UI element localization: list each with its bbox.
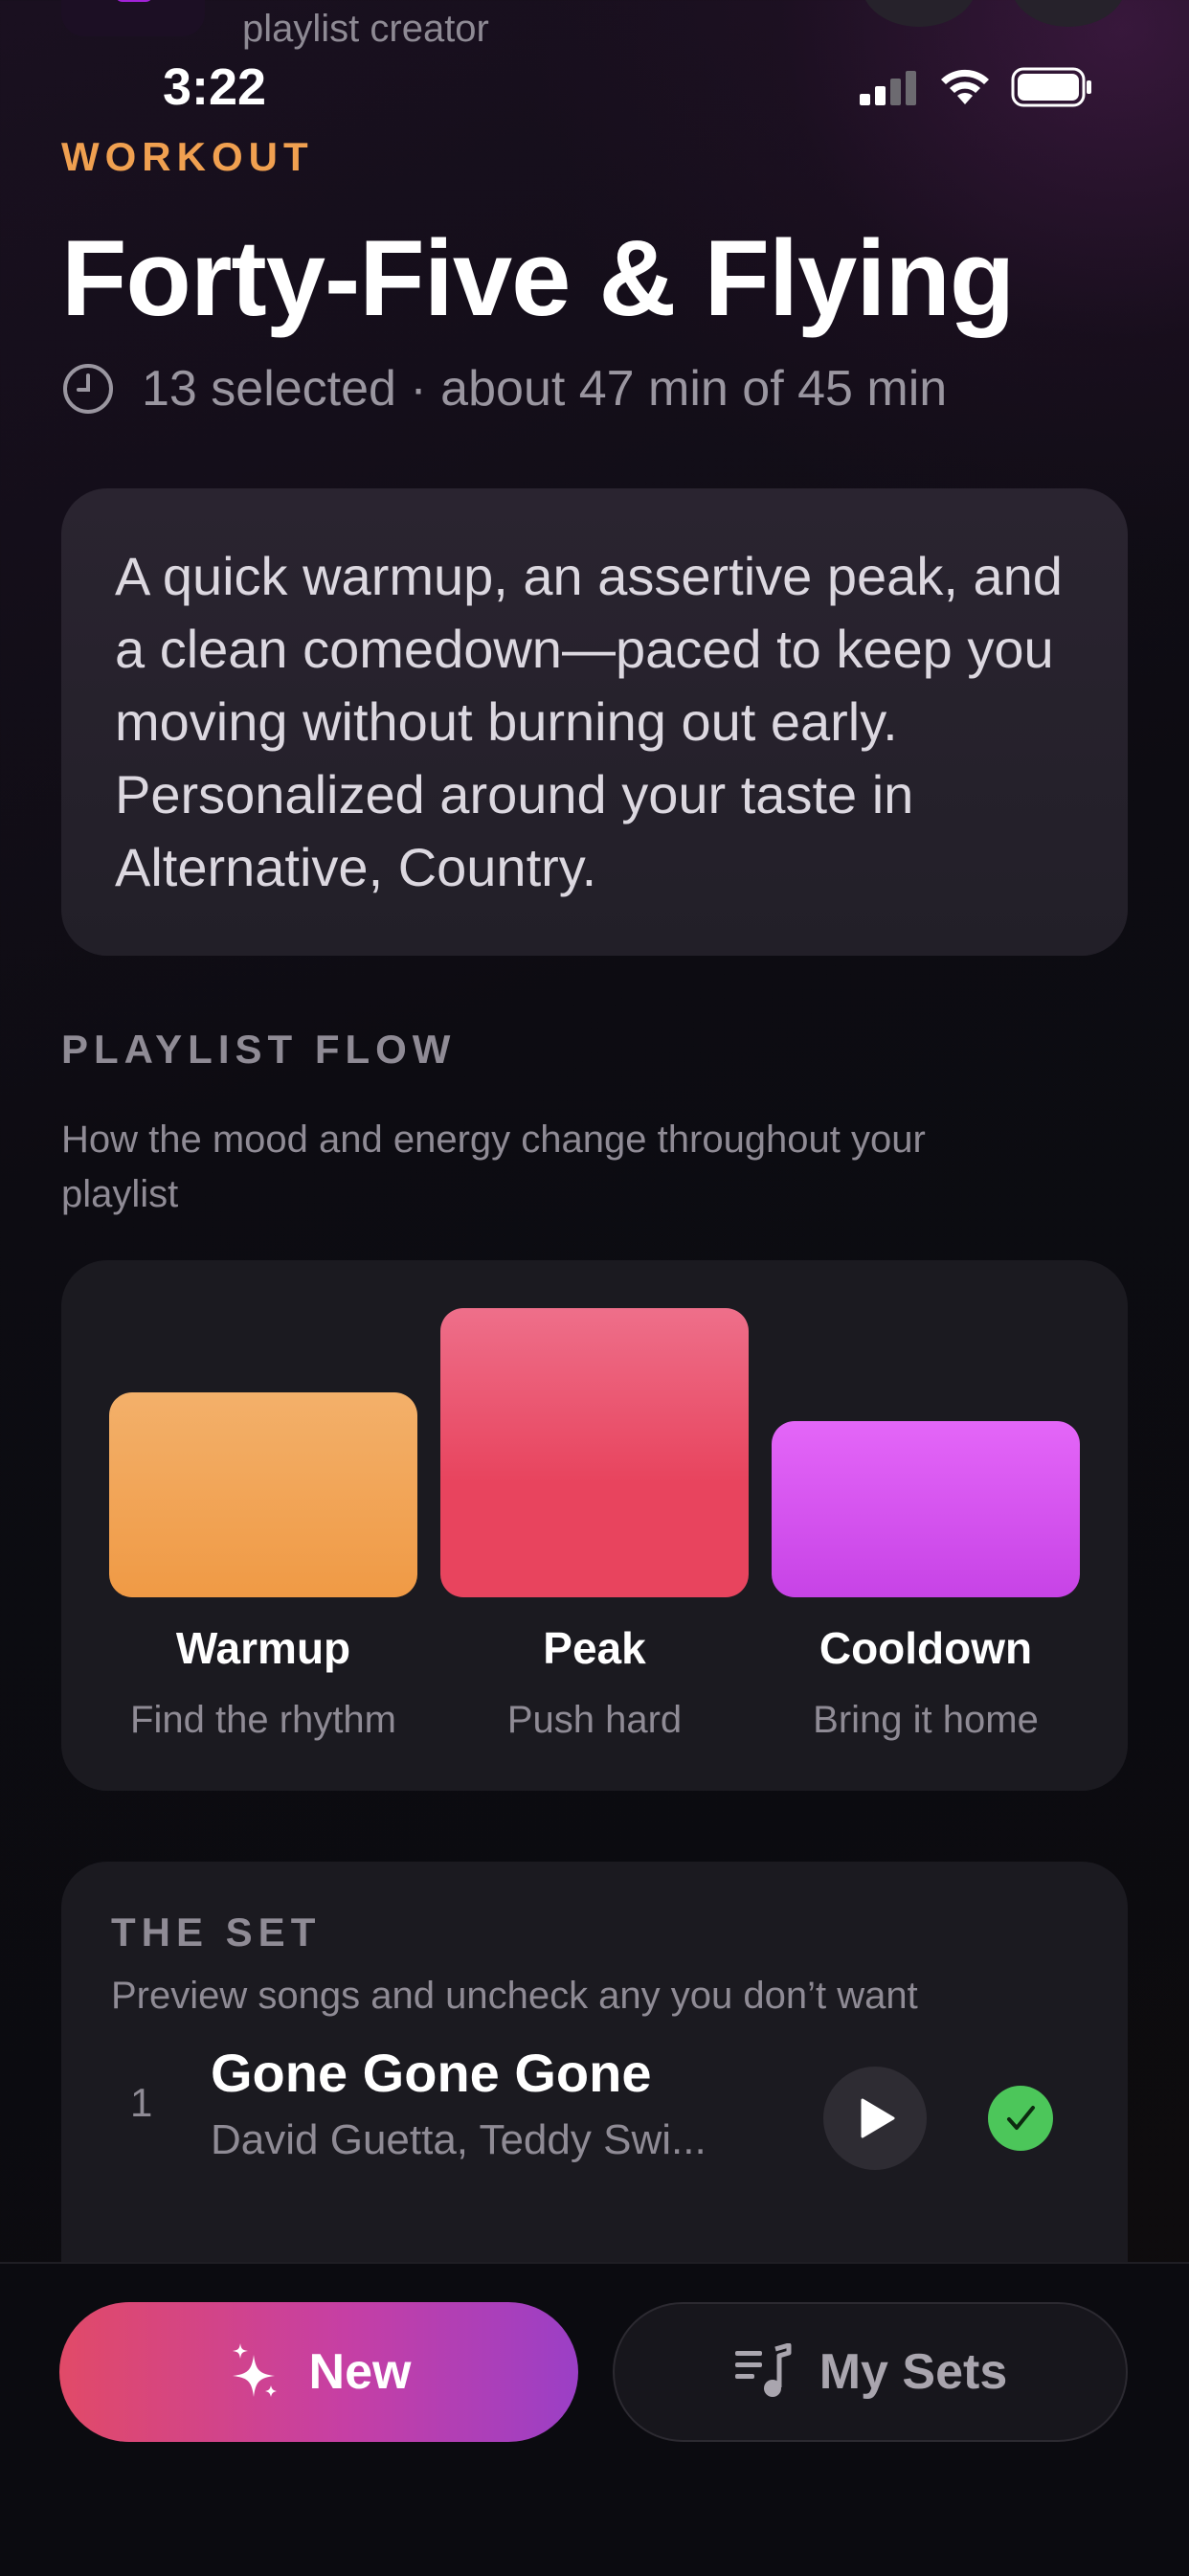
my-sets-button[interactable]: My Sets [613,2302,1128,2442]
new-button[interactable]: New [59,2302,578,2442]
sparkles-icon [232,2343,277,2397]
description-card: A quick warmup, an assertive peak, and a… [61,488,1128,956]
playlist-description: A quick warmup, an assertive peak, and a… [115,546,1063,897]
track-play-button[interactable] [823,2067,927,2170]
phase-name: Cooldown [819,1623,1033,1673]
playlist-category: WORKOUT [61,134,314,179]
phase-caption: Bring it home [813,1699,1039,1741]
track-number: 1 [130,2080,153,2125]
cellular-signal-icon [860,71,916,105]
my-sets-button-label: My Sets [819,2344,1008,2400]
wifi-icon [941,69,989,104]
set-section-label: THE SET [111,1909,322,1955]
flow-bar-cooldown [772,1421,1080,1597]
flow-subtitle: How the mood and energy change throughou… [61,1119,926,1215]
flow-chart-card: Warmup Find the rhythm Peak Push hard Co… [61,1260,1128,1791]
battery-icon [1011,67,1091,107]
track-title: Gone Gone Gone [211,2043,652,2103]
status-bar: 3:22 [0,54,1189,121]
flow-phase-warmup: Warmup Find the rhythm [109,1622,417,1742]
checkmark-icon [1007,2106,1035,2130]
playlist-title: Forty-Five & Flying [61,218,1015,338]
phase-name: Warmup [175,1623,351,1673]
phase-caption: Find the rhythm [130,1699,396,1741]
flow-bar-warmup [109,1392,417,1597]
flow-bar-peak [440,1308,749,1597]
app-header: playlist creator [0,0,1189,50]
phase-name: Peak [543,1623,646,1673]
app-icon [61,0,205,36]
playlist-meta: 13 selected · about 47 min of 45 min [61,360,947,418]
header-button-left[interactable] [862,0,976,27]
bottom-nav: New My Sets [0,2262,1189,2576]
set-card: THE SET Preview songs and uncheck any yo… [61,1862,1128,2264]
set-subtitle: Preview songs and uncheck any you don’t … [111,1975,918,2017]
music-list-icon [734,2343,792,2397]
playlist-meta-text: 13 selected · about 47 min of 45 min [142,361,948,417]
new-button-label: New [308,2344,412,2400]
flow-phase-cooldown: Cooldown Bring it home [772,1622,1080,1742]
track-row[interactable]: 1 Gone Gone Gone David Guetta, Teddy Swi… [61,2034,1128,2170]
app-header-label: playlist creator [242,8,489,50]
header-button-right[interactable] [1011,0,1126,27]
flow-phase-peak: Peak Push hard [440,1622,749,1742]
status-time: 3:22 [163,58,267,116]
phase-caption: Push hard [506,1699,683,1741]
track-artist: David Guetta, Teddy Swi... [211,2116,707,2163]
clock-icon [63,364,113,414]
track-checkbox[interactable] [988,2086,1053,2151]
flow-section-label: PLAYLIST FLOW [61,1027,457,1072]
play-icon [861,2098,895,2138]
